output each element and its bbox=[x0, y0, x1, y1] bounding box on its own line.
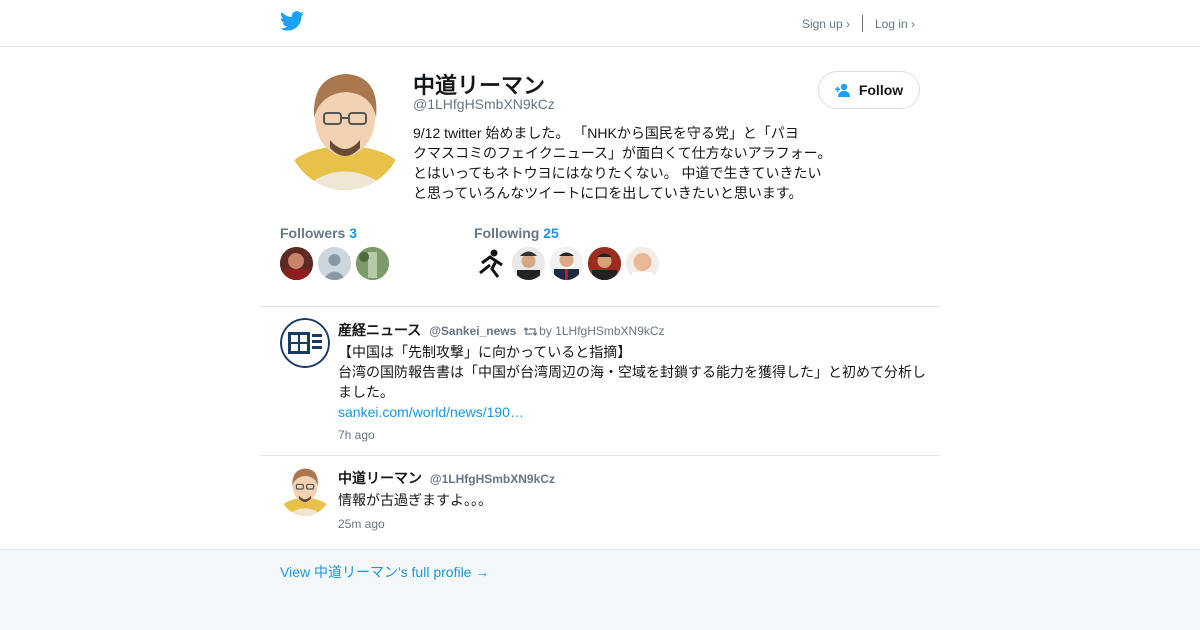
follower-avatar[interactable] bbox=[280, 247, 313, 280]
retweet-info: by 1LHfgHSmbXN9kCz bbox=[523, 324, 665, 338]
footer: View 中道リーマン's full profile → bbox=[0, 549, 1200, 630]
follow-label: Follow bbox=[858, 82, 904, 98]
tweet-text-line: ました。 bbox=[338, 384, 394, 400]
following-avatar[interactable] bbox=[626, 247, 659, 280]
tweet-text-line: 台湾の国防報告書は「中国が台湾周辺の海・空域を封鎖する能力を獲得した」と初めて分… bbox=[338, 364, 926, 380]
followers-avatars bbox=[280, 247, 394, 280]
following-avatar[interactable] bbox=[550, 247, 583, 280]
tweet-timestamp[interactable]: 25m ago bbox=[338, 517, 385, 531]
tweet-item[interactable]: 中道リーマン @1LHfgHSmbXN9kCz 情報が古過ぎますよ。。。 25m… bbox=[260, 456, 940, 549]
tweet-text-line: 【中国は「先制攻撃」に向かっていると指摘】 bbox=[338, 344, 632, 360]
top-bar: Sign up › Log in › bbox=[0, 0, 1200, 47]
tweet-header: 中道リーマン @1LHfgHSmbXN9kCz bbox=[338, 468, 555, 488]
full-profile-link[interactable]: View 中道リーマン's full profile → bbox=[280, 562, 489, 582]
auth-divider bbox=[861, 15, 863, 32]
tweet-text: 情報が古過ぎますよ。。。 bbox=[338, 492, 492, 508]
tweet-link[interactable]: sankei.com/world/news/190… bbox=[338, 404, 524, 420]
tweet-author-handle[interactable]: @Sankei_news bbox=[429, 324, 516, 338]
following-avatar[interactable] bbox=[474, 247, 507, 280]
signup-link[interactable]: Sign up › bbox=[802, 17, 850, 31]
tweet-item[interactable]: 産経ニュース @Sankei_news by 1LHfgHSmbXN9kCz 【… bbox=[260, 307, 940, 455]
tweet-timestamp[interactable]: 7h ago bbox=[338, 428, 375, 442]
profile-bio: 9/12 twitter 始めました。 「NHKから国民を守る党」と「パヨ クマ… bbox=[413, 125, 832, 201]
follow-button[interactable]: Follow bbox=[818, 71, 920, 109]
following-count: 25 bbox=[543, 225, 559, 241]
following-stat[interactable]: Following 25 bbox=[474, 225, 559, 241]
following-avatar[interactable] bbox=[588, 247, 621, 280]
tweet-author-name[interactable]: 中道リーマン bbox=[338, 470, 422, 486]
retweeted-by: by 1LHfgHSmbXN9kCz bbox=[539, 324, 665, 338]
profile-avatar[interactable] bbox=[286, 68, 404, 190]
following-avatars bbox=[474, 247, 664, 280]
tweet-author-avatar[interactable] bbox=[280, 466, 330, 516]
follower-avatar[interactable] bbox=[356, 247, 389, 280]
tweet-text: 【中国は「先制攻撃」に向かっていると指摘】 台湾の国防報告書は「中国が台湾周辺の… bbox=[338, 342, 933, 422]
following-avatar[interactable] bbox=[512, 247, 545, 280]
add-user-icon bbox=[834, 83, 850, 97]
tweet-author-avatar[interactable] bbox=[280, 318, 330, 368]
followers-stat[interactable]: Followers 3 bbox=[280, 225, 357, 241]
profile-handle: @1LHfgHSmbXN9kCz bbox=[413, 96, 555, 112]
following-label: Following bbox=[474, 225, 540, 241]
followers-label: Followers bbox=[280, 225, 346, 241]
retweet-icon bbox=[523, 327, 538, 336]
follower-avatar[interactable] bbox=[318, 247, 351, 280]
tweet-author-handle[interactable]: @1LHfgHSmbXN9kCz bbox=[430, 472, 555, 486]
auth-links: Sign up › Log in › bbox=[802, 15, 915, 32]
followers-count: 3 bbox=[349, 225, 358, 241]
profile-card: 中道リーマン @1LHfgHSmbXN9kCz 9/12 twitter 始めま… bbox=[280, 47, 920, 307]
tweet-header: 産経ニュース @Sankei_news by 1LHfgHSmbXN9kCz bbox=[338, 320, 665, 340]
tweet-author-name[interactable]: 産経ニュース bbox=[338, 322, 421, 338]
twitter-bird-icon[interactable] bbox=[280, 11, 304, 31]
login-link[interactable]: Log in › bbox=[875, 17, 915, 31]
